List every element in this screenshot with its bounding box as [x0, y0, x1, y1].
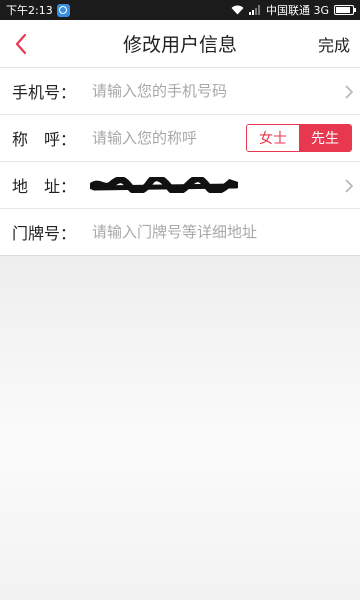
signal-icon — [248, 5, 261, 15]
done-button[interactable]: 完成 — [318, 32, 350, 56]
chevron-right-icon — [344, 178, 354, 193]
carrier-label: 中国联通 3G — [265, 4, 329, 17]
notification-app-icon — [56, 3, 70, 17]
user-info-form: 手机号： 称 呼： 女士 先生 地 址： 门牌号： — [0, 68, 360, 256]
wifi-icon — [231, 5, 244, 15]
phone-label: 手机号： — [12, 83, 77, 102]
status-left: 下午2:13 — [6, 2, 231, 18]
header: 修改用户信息 完成 — [0, 20, 360, 68]
gender-female-option[interactable]: 女士 — [247, 125, 299, 151]
address-value-redacted — [90, 175, 360, 195]
redaction-scribble — [90, 177, 238, 193]
chevron-left-icon[interactable] — [8, 30, 34, 58]
empty-background — [0, 256, 360, 600]
address-row[interactable]: 地 址： — [0, 162, 360, 209]
chevron-right-icon — [344, 84, 354, 99]
page-title: 修改用户信息 — [122, 34, 237, 56]
status-time: 下午2:13 — [6, 4, 53, 17]
house-number-row: 门牌号： — [0, 209, 360, 256]
battery-fill — [336, 7, 351, 13]
nickname-label: 称 呼： — [12, 130, 77, 149]
nickname-row: 称 呼： 女士 先生 — [0, 115, 360, 162]
gender-male-option[interactable]: 先生 — [299, 125, 351, 151]
status-right: 中国联通 3G — [231, 2, 356, 18]
phone-row[interactable]: 手机号： — [0, 68, 360, 115]
phone-input[interactable] — [92, 82, 360, 100]
battery-icon — [334, 5, 356, 15]
house-number-label: 门牌号： — [12, 224, 77, 243]
house-number-input[interactable] — [92, 223, 360, 241]
gender-toggle: 女士 先生 — [246, 124, 352, 152]
status-bar: 下午2:13 中国联通 3G — [0, 0, 360, 20]
nickname-input[interactable] — [92, 129, 246, 147]
address-label: 地 址： — [12, 177, 77, 196]
